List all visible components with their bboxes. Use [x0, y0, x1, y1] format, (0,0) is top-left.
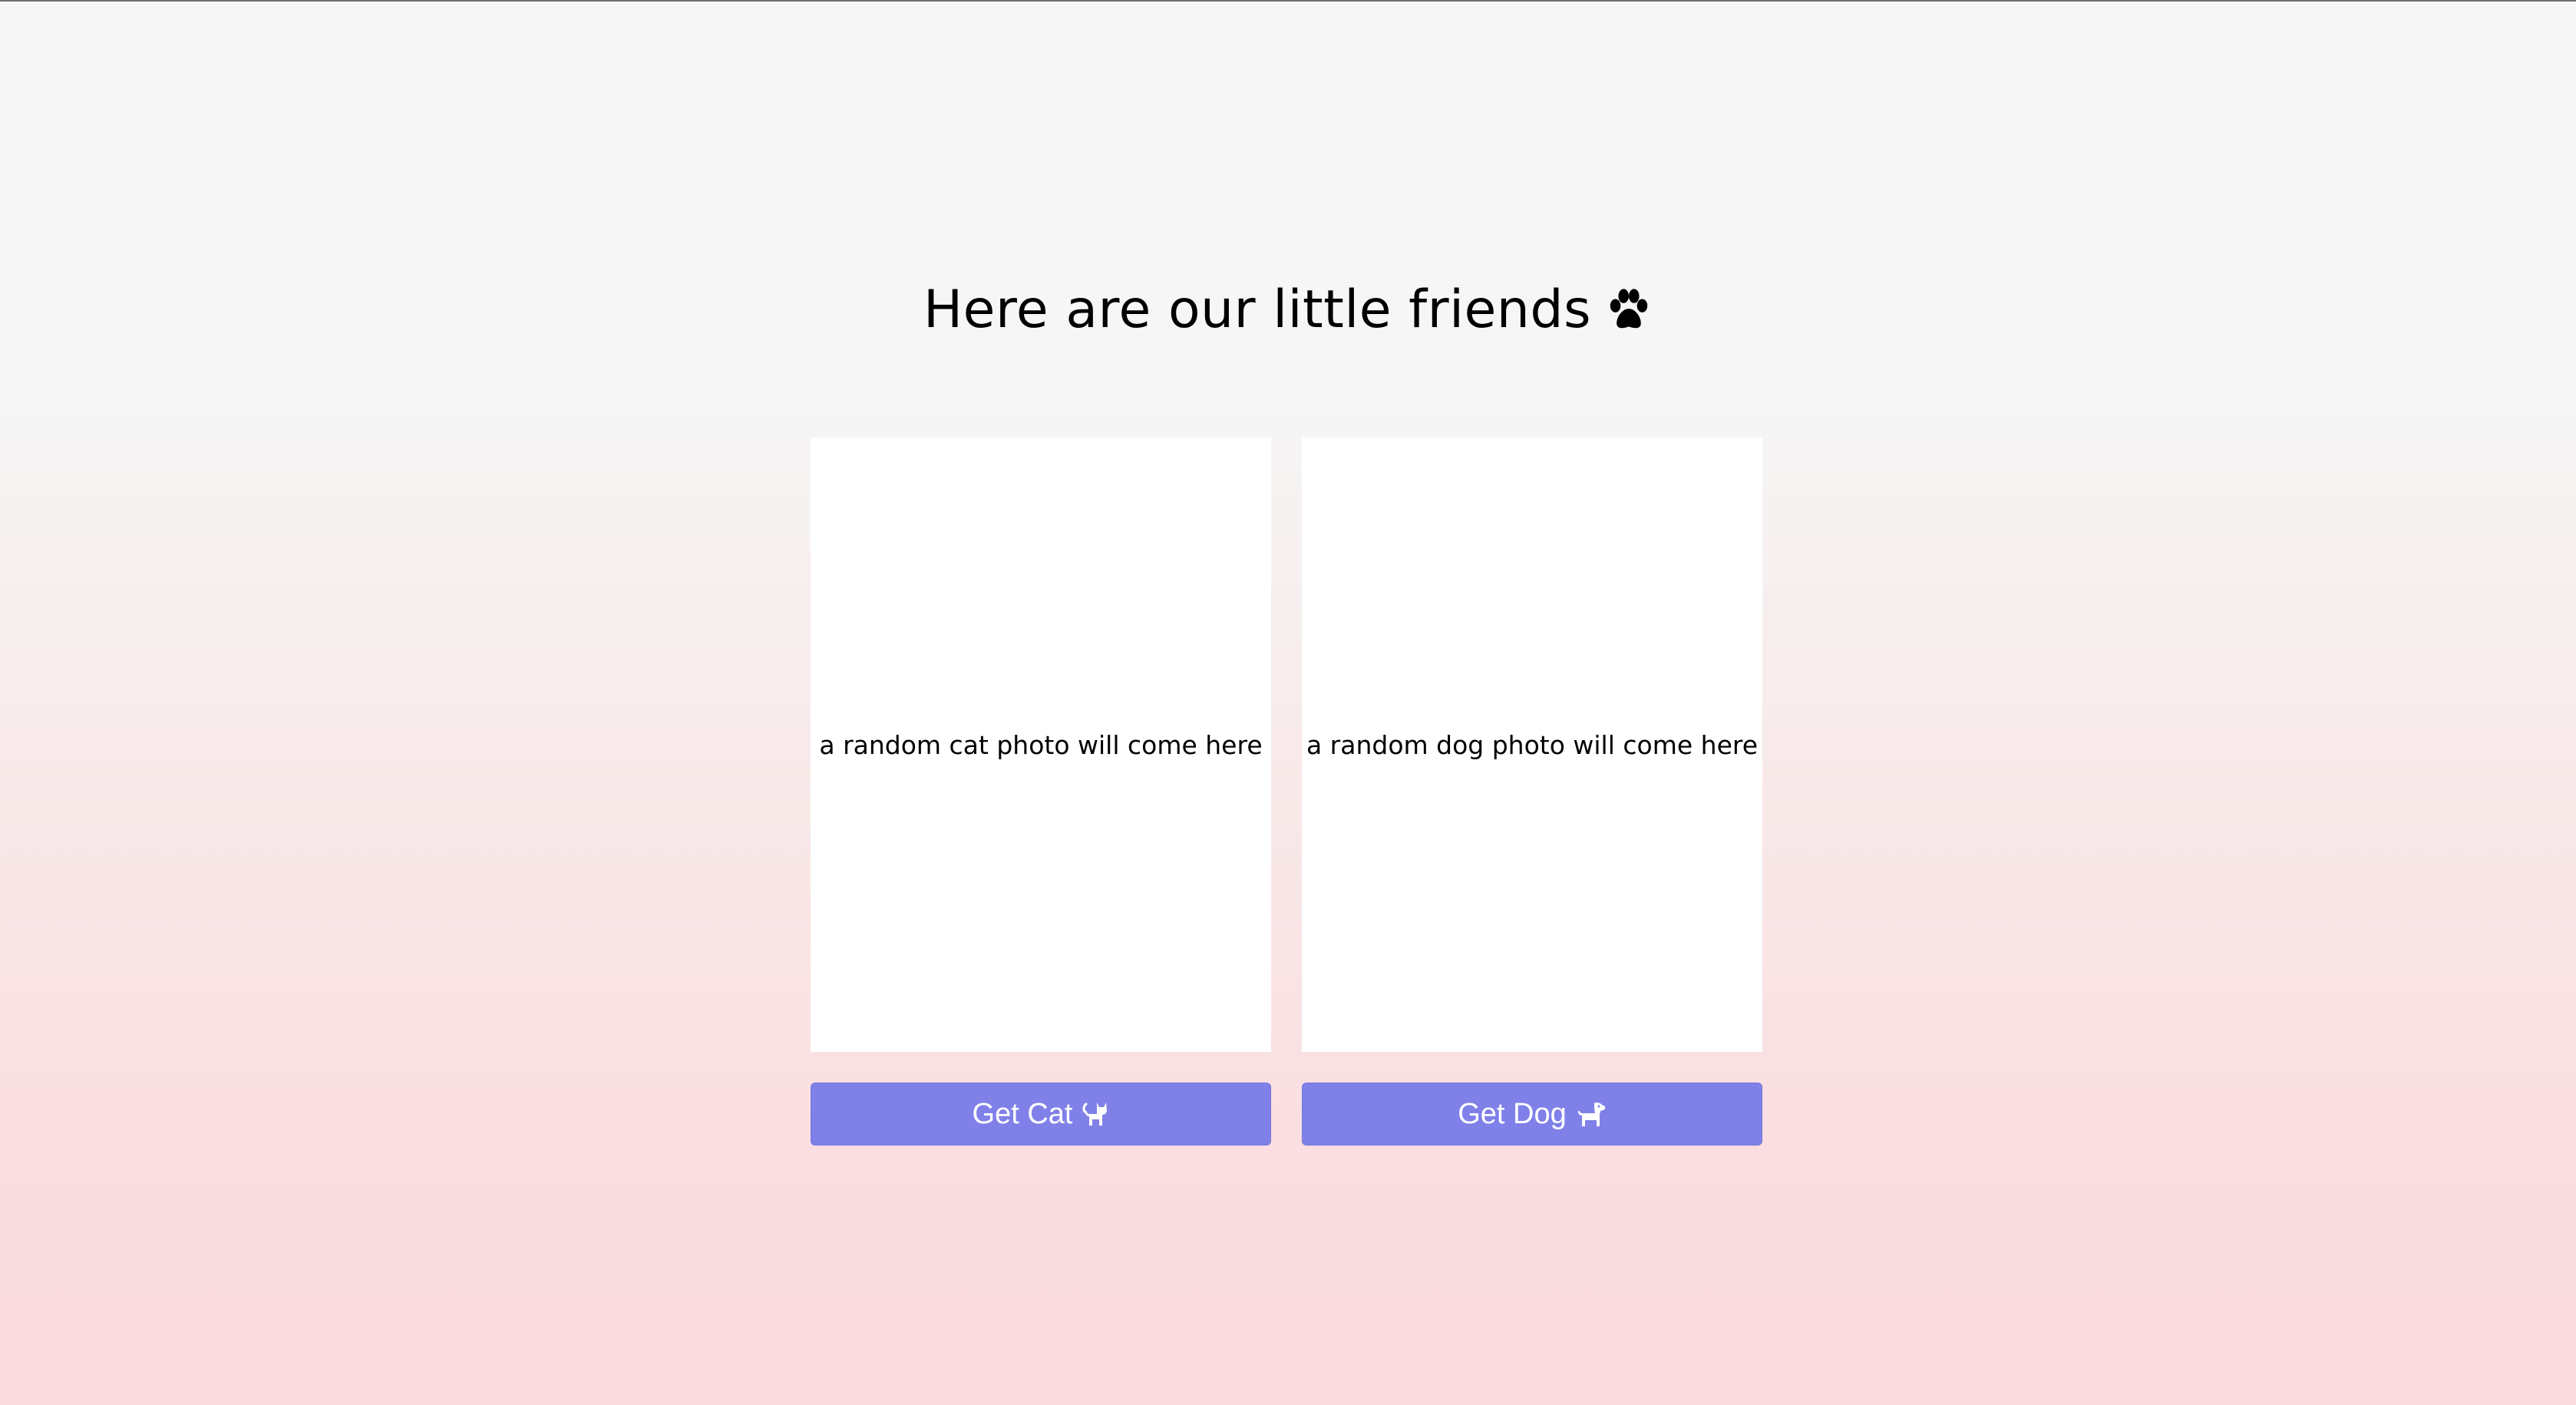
- cat-photo-placeholder: a random cat photo will come here: [811, 438, 1271, 1052]
- header: Here are our little friends: [0, 279, 2576, 340]
- cat-icon: [1082, 1099, 1109, 1129]
- get-dog-button[interactable]: Get Dog: [1302, 1083, 1762, 1145]
- cat-placeholder-text: a random cat photo will come here: [819, 729, 1263, 760]
- page-title: Here are our little friends: [923, 279, 1653, 340]
- page-title-text: Here are our little friends: [923, 279, 1591, 340]
- dog-placeholder-text: a random dog photo will come here: [1306, 729, 1759, 760]
- pet-cards: a random cat photo will come here Get Ca…: [811, 438, 1762, 1145]
- get-dog-label: Get Dog: [1458, 1097, 1567, 1130]
- dog-column: a random dog photo will come here Get Do…: [1302, 438, 1762, 1145]
- dog-photo-placeholder: a random dog photo will come here: [1302, 438, 1762, 1052]
- get-cat-label: Get Cat: [972, 1097, 1073, 1130]
- paw-icon: [1605, 286, 1653, 334]
- cat-column: a random cat photo will come here Get Ca…: [811, 438, 1271, 1145]
- dog-icon: [1576, 1100, 1607, 1128]
- get-cat-button[interactable]: Get Cat: [811, 1083, 1271, 1145]
